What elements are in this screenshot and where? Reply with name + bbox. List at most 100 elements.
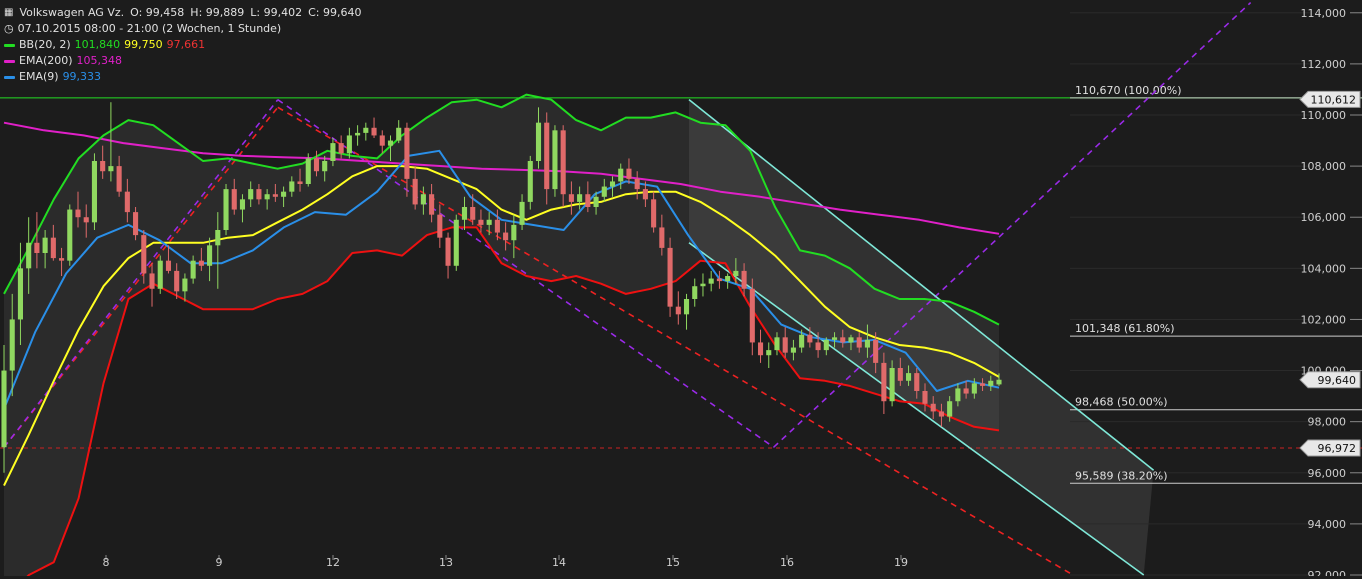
candle-body [116,166,122,192]
candle-body [141,235,147,274]
candle-body [914,373,920,391]
candle-body [922,391,928,404]
candle-body [782,337,788,353]
candle-body [815,342,821,351]
candle-body [881,362,887,402]
candle-body [404,127,410,179]
candle-body [980,383,986,386]
candle-body [905,373,912,381]
candle-body [124,191,130,213]
candle-body [174,270,180,292]
candle-body [831,337,838,340]
candle-body [50,237,56,259]
instrument-name: Volkswagen AG Vz. [19,6,125,19]
ema9-swatch [4,75,15,79]
candle-body [42,237,48,253]
legend-ema200-row: EMA(200) 105,348 [4,53,367,69]
candle-body [322,161,328,172]
candle-body [453,219,459,266]
legend-ema9-row: EMA(9) 99,333 [4,69,367,85]
candle-body [996,379,1002,385]
candle-body [281,191,287,197]
candle-body [634,178,640,190]
candle-body [790,347,796,353]
candle-body [1,370,7,448]
candle-body [749,288,755,343]
candle-body [486,219,492,225]
candle-body [642,189,648,200]
candle-body [659,227,665,248]
y-tick-label: 96,000 [1308,467,1347,480]
candle-body [741,270,747,289]
bar-chart-icon: ▦ [4,7,14,18]
candle-body [873,339,879,363]
candle-body [716,278,722,282]
candle-body [725,276,731,282]
y-tick-label: 104,000 [1301,262,1347,275]
candle-body [429,194,435,215]
x-tick-label: 13 [439,556,453,569]
candle-body [239,199,246,210]
y-tick-label: 112,000 [1301,58,1347,71]
ema200-label: EMA(200) [19,54,73,67]
candle-body [700,283,706,287]
y-tick-label: 108,000 [1301,160,1347,173]
fib-level-label: 95,589 (38.20%) [1075,469,1168,482]
candle-body [675,306,681,315]
candle-body [461,207,468,220]
price-tag-label: 99,640 [1318,374,1357,387]
candle-body [133,212,139,236]
candle-body [963,388,969,394]
y-tick-label: 106,000 [1301,211,1347,224]
price-chart[interactable]: 92,00094,00096,00098,000100,000102,00010… [0,0,1362,579]
candle-body [692,286,698,299]
candle-body [667,247,673,307]
candle-body [231,189,237,210]
candle-body [856,337,862,348]
legend-ohlc-row: ▦ Volkswagen AG Vz. O: 99,458 H: 99,889 … [4,5,367,21]
y-tick-label: 102,000 [1301,313,1347,326]
candle-body [355,132,361,136]
candle-body [198,260,204,266]
candle-body [313,158,320,172]
y-tick-label: 110,000 [1301,109,1347,122]
candle-body [618,168,624,182]
ema9-label: EMA(9) [19,70,59,83]
candle-body [289,181,295,192]
candle-body [412,178,418,205]
candle-body [371,127,377,136]
candle-body [494,219,500,233]
low-value: L: 99,402 [250,6,303,19]
legend-period-row: ◷ 07.10.2015 08:00 - 21:00 (2 Wochen, 1 … [4,21,367,37]
chart-area[interactable]: 92,000 94,000 96,000 98,000 100,000 102,000 10… [0,0,1362,579]
price-tag-label: 110,612 [1311,93,1357,106]
candle-body [17,268,23,320]
candle-body [248,189,254,200]
candle-body [807,334,813,343]
fib-level-label: 101,348 (61.80%) [1075,322,1175,335]
candle-body [338,143,344,154]
candle-body [59,258,65,261]
candle-body [535,122,542,161]
candle-body [256,189,262,200]
candle-body [9,319,15,371]
period-text: 07.10.2015 08:00 - 21:00 (2 Wochen, 1 St… [17,22,282,35]
candle-body [149,273,155,289]
chart-legend: ▦ Volkswagen AG Vz. O: 99,458 H: 99,889 … [4,5,367,85]
bb-lower-value: 97,661 [166,38,206,51]
candle-body [437,214,443,238]
ema9-value: 99,333 [62,70,102,83]
candle-body [840,337,846,343]
candle-body [165,260,172,271]
candle-body [757,342,764,356]
candle-body [207,245,213,266]
x-tick-label: 15 [666,556,680,569]
x-tick-label: 12 [326,556,340,569]
y-tick-label: 94,000 [1308,518,1347,531]
candle-body [511,224,517,241]
candle-body [544,122,550,190]
y-tick-label: 98,000 [1308,416,1347,429]
candle-body [182,278,188,292]
candle-body [626,168,632,179]
open-value: O: 99,458 [130,6,185,19]
